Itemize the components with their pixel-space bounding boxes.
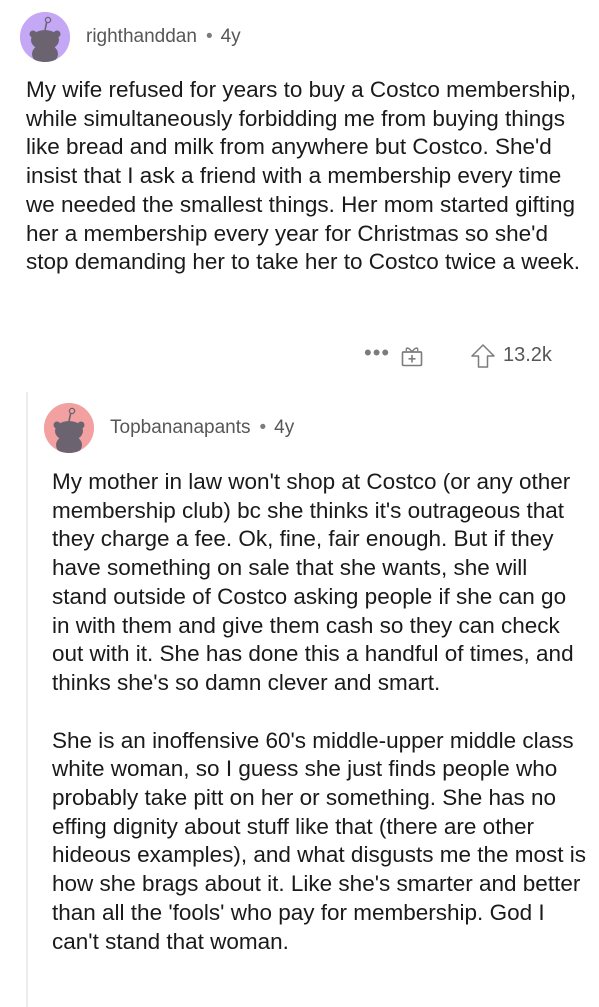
- comment-body: My mother in law won't shop at Costco (o…: [52, 468, 587, 956]
- comment-paragraph: My mother in law won't shop at Costco (o…: [52, 469, 574, 695]
- vote-score: 13.2k: [503, 344, 552, 366]
- snoo-avatar-icon: [44, 403, 94, 453]
- author-username[interactable]: righthanddan: [86, 26, 197, 48]
- comment-header: righthanddan • 4y: [20, 11, 241, 63]
- gift-icon[interactable]: [400, 344, 424, 373]
- comment-paragraph: She is an inoffensive 60's middle-upper …: [52, 727, 587, 954]
- comment-actions: ••• 13.2k: [0, 341, 599, 371]
- comment-age: 4y: [274, 417, 295, 438]
- meta-separator: •: [259, 417, 267, 438]
- comment-header: Topbananapants • 4y: [44, 402, 294, 454]
- thread-line[interactable]: [26, 392, 28, 1007]
- comment-paragraph: My wife refused for years to buy a Costc…: [26, 77, 581, 275]
- avatar[interactable]: [20, 12, 70, 62]
- more-options-button[interactable]: •••: [364, 341, 390, 365]
- comment-age: 4y: [220, 26, 241, 47]
- snoo-avatar-icon: [20, 12, 70, 62]
- author-username[interactable]: Topbananapants: [110, 417, 251, 439]
- comment-body: My wife refused for years to buy a Costc…: [26, 76, 586, 277]
- meta-separator: •: [205, 26, 213, 47]
- avatar[interactable]: [44, 403, 94, 453]
- upvote-arrow-icon[interactable]: [470, 343, 496, 374]
